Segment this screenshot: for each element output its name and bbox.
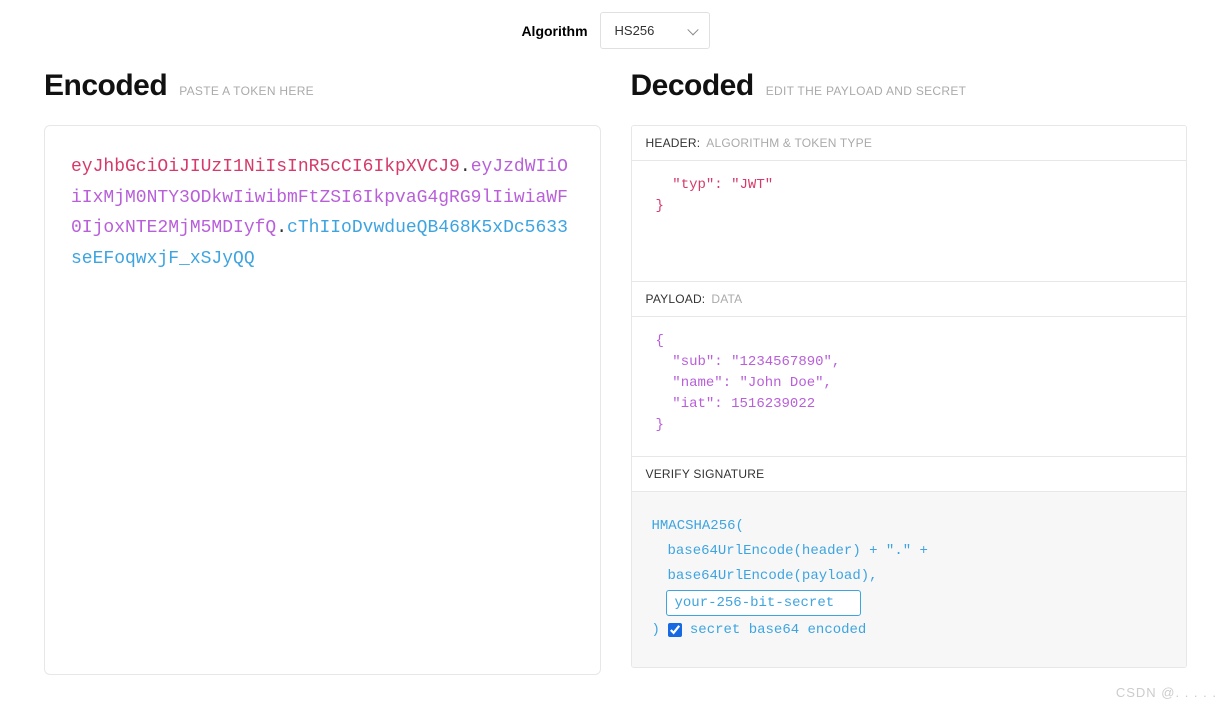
algorithm-select[interactable]: HS256 (600, 12, 710, 49)
signature-close-paren: ) (652, 620, 660, 641)
token-header-part: eyJhbGciOiJIUzI1NiIsInR5cCI6IkpXVCJ9 (71, 157, 460, 177)
secret-base64-label: secret base64 encoded (690, 620, 866, 641)
watermark: CSDN @. . . . . (1116, 685, 1217, 700)
signature-last-row: ) secret base64 encoded (652, 620, 1167, 641)
token-dot-2: . (276, 218, 287, 238)
payload-section-sublabel: DATA (711, 292, 742, 306)
decoded-stack: HEADER: ALGORITHM & TOKEN TYPE "typ": "J… (631, 125, 1188, 668)
decoded-title: Decoded (631, 69, 754, 103)
signature-section-label: VERIFY SIGNATURE (646, 467, 765, 481)
main-columns: Encoded PASTE A TOKEN HERE eyJhbGciOiJIU… (0, 69, 1231, 695)
payload-section-label: PAYLOAD: (646, 292, 706, 306)
signature-section-bar: VERIFY SIGNATURE (632, 456, 1187, 492)
signature-line-3: base64UrlEncode(payload), (652, 564, 1167, 589)
signature-line-2: base64UrlEncode(header) + "." + (652, 539, 1167, 564)
header-section-sublabel: ALGORITHM & TOKEN TYPE (706, 136, 872, 150)
header-section-body[interactable]: "typ": "JWT" } (632, 161, 1187, 281)
algorithm-selected-value: HS256 (615, 23, 655, 38)
decoded-header: Decoded EDIT THE PAYLOAD AND SECRET (631, 69, 1188, 103)
algorithm-label: Algorithm (521, 23, 587, 39)
encoded-header: Encoded PASTE A TOKEN HERE (44, 69, 601, 103)
encoded-token-box[interactable]: eyJhbGciOiJIUzI1NiIsInR5cCI6IkpXVCJ9.eyJ… (44, 125, 601, 675)
algorithm-row: Algorithm HS256 (0, 0, 1231, 69)
encoded-column: Encoded PASTE A TOKEN HERE eyJhbGciOiJIU… (44, 69, 601, 675)
payload-section-body[interactable]: { "sub": "1234567890", "name": "John Doe… (632, 317, 1187, 456)
decoded-column: Decoded EDIT THE PAYLOAD AND SECRET HEAD… (631, 69, 1188, 675)
header-section-bar: HEADER: ALGORITHM & TOKEN TYPE (632, 126, 1187, 161)
encoded-title: Encoded (44, 69, 167, 103)
signature-section-body: HMACSHA256( base64UrlEncode(header) + ".… (632, 492, 1187, 667)
decoded-subtitle: EDIT THE PAYLOAD AND SECRET (766, 84, 967, 98)
secret-input[interactable] (666, 590, 861, 616)
payload-section-bar: PAYLOAD: DATA (632, 281, 1187, 317)
header-section-label: HEADER: (646, 136, 701, 150)
signature-line-1: HMACSHA256( (652, 514, 1167, 539)
token-dot-1: . (460, 157, 471, 177)
secret-base64-checkbox[interactable] (668, 623, 682, 637)
encoded-subtitle: PASTE A TOKEN HERE (179, 84, 314, 98)
